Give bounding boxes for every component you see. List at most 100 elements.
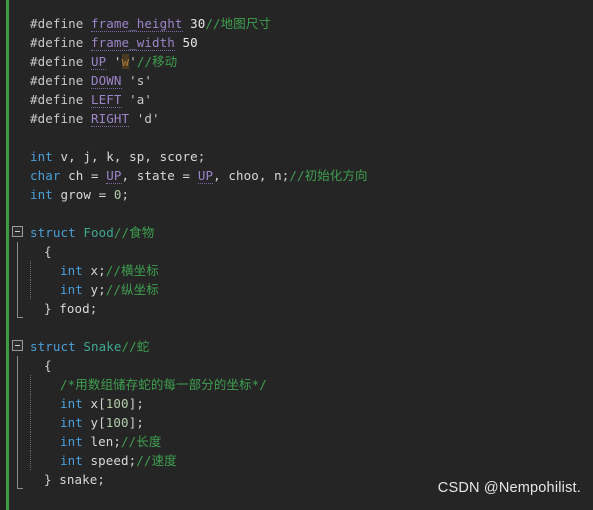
fold-region-end-bracket — [17, 299, 23, 318]
code-token-punct: } — [44, 472, 52, 487]
code-line[interactable]: int grow = 0; — [0, 185, 593, 204]
code-token-punct: ; — [89, 301, 98, 316]
code-line-content: int grow = 0; — [30, 185, 129, 204]
code-token-chr: 's' — [121, 73, 153, 88]
code-token-id: v, j, k, sp, score — [52, 149, 198, 164]
code-line[interactable]: } food; — [0, 299, 593, 318]
code-token-punct: ]; — [128, 396, 144, 411]
code-line[interactable]: #define RIGHT 'd' — [0, 109, 593, 128]
indent-guide — [30, 413, 31, 432]
code-line[interactable]: int y;//纵坐标 — [0, 280, 593, 299]
code-line[interactable] — [0, 204, 593, 223]
code-token-punct: { — [44, 244, 52, 259]
code-token-num: 30 — [182, 16, 206, 31]
code-line[interactable]: struct Snake//蛇 — [0, 337, 593, 356]
code-line[interactable]: #define LEFT 'a' — [0, 90, 593, 109]
code-token-kw: int — [60, 396, 83, 411]
code-token-punct: ; — [197, 149, 206, 164]
code-token-kw: int — [60, 282, 83, 297]
code-token-id: grow = — [52, 187, 114, 202]
fold-collapse-icon[interactable] — [12, 340, 23, 351]
code-line[interactable]: /*用数组储存蛇的每一部分的坐标*/ — [0, 375, 593, 394]
indent-guide — [30, 375, 31, 394]
fold-region-line — [17, 394, 18, 413]
code-line-content: #define frame_width 50 — [30, 33, 198, 52]
code-token-cmt: //蛇 — [121, 339, 150, 354]
indent-guide — [30, 261, 31, 280]
code-token-id: x — [82, 396, 99, 411]
code-line-content: int x;//横坐标 — [60, 261, 159, 280]
code-line-content — [30, 318, 38, 337]
code-token-macro: UP — [197, 168, 214, 184]
code-token-kw: int — [60, 415, 83, 430]
fold-region-line — [17, 451, 18, 470]
code-line-content: int len;//长度 — [60, 432, 162, 451]
fold-region-line — [17, 261, 18, 280]
fold-region-line — [17, 432, 18, 451]
code-line[interactable] — [0, 318, 593, 337]
code-token-pp: #define — [30, 73, 92, 88]
code-token-macro: UP — [106, 168, 122, 184]
code-line[interactable]: struct Food//食物 — [0, 223, 593, 242]
code-line[interactable]: #define frame_width 50 — [0, 33, 593, 52]
code-token-id: ch = — [60, 168, 107, 183]
code-line[interactable]: #define frame_height 30//地图尺寸 — [0, 14, 593, 33]
code-line-content: int v, j, k, sp, score; — [30, 147, 205, 166]
code-line[interactable]: int x;//横坐标 — [0, 261, 593, 280]
code-token-id: y — [82, 415, 99, 430]
code-token-kw: struct — [30, 339, 76, 354]
code-token-chr: ' — [129, 54, 137, 69]
code-token-punct: ; — [97, 472, 106, 487]
code-line[interactable]: int x[100]; — [0, 394, 593, 413]
code-token-macro: RIGHT — [91, 111, 130, 127]
fold-region-line — [17, 375, 18, 394]
code-token-cmt: /*用数组储存蛇的每一部分的坐标*/ — [60, 377, 267, 392]
code-token-pp: #define — [30, 54, 92, 69]
indent-guide — [30, 394, 31, 413]
code-token-kw: struct — [30, 225, 76, 240]
code-token-pp: #define — [30, 16, 92, 31]
code-token-macro: UP — [91, 54, 107, 70]
code-line-content: #define UP 'w'//移动 — [30, 52, 177, 71]
code-line-content: { — [44, 356, 52, 375]
fold-region-line — [17, 413, 18, 432]
code-token-punct: { — [44, 358, 52, 373]
fold-region-line — [17, 242, 18, 261]
code-line[interactable]: int speed;//速度 — [0, 451, 593, 470]
code-line[interactable]: int len;//长度 — [0, 432, 593, 451]
code-token-cmt: //初始化方向 — [289, 168, 368, 183]
code-token-punct: [ — [98, 396, 106, 411]
code-line[interactable]: { — [0, 356, 593, 375]
code-token-id: speed — [82, 453, 129, 468]
code-line[interactable]: { — [0, 242, 593, 261]
code-line-content: int y[100]; — [60, 413, 144, 432]
code-token-kw: int — [30, 149, 53, 164]
code-token-chr: 'a' — [121, 92, 153, 107]
code-token-id: snake — [51, 472, 98, 487]
code-line-content: int y;//纵坐标 — [60, 280, 159, 299]
code-token-num-g: 100 — [105, 396, 129, 411]
code-line[interactable] — [0, 128, 593, 147]
code-line[interactable]: int y[100]; — [0, 413, 593, 432]
code-token-punct: ; — [121, 187, 130, 202]
code-token-id: , choo, n — [213, 168, 282, 183]
code-line[interactable]: char ch = UP, state = UP, choo, n;//初始化方… — [0, 166, 593, 185]
csdn-watermark: CSDN @Nempohilist. — [437, 480, 581, 496]
code-line-content: char ch = UP, state = UP, choo, n;//初始化方… — [30, 166, 368, 185]
code-line[interactable]: #define UP 'w'//移动 — [0, 52, 593, 71]
code-line[interactable]: int v, j, k, sp, score; — [0, 147, 593, 166]
code-line-content: { — [44, 242, 52, 261]
code-token-punct: ]; — [128, 415, 144, 430]
fold-collapse-icon[interactable] — [12, 226, 23, 237]
code-token-macro: LEFT — [91, 92, 122, 108]
code-token-macro: frame_width — [91, 35, 175, 51]
code-editor[interactable]: #define frame_height 30//地图尺寸 #define fra… — [0, 0, 593, 510]
code-token-cmt: //长度 — [121, 434, 162, 449]
code-token-type: Food — [75, 225, 114, 240]
code-line-content: int speed;//速度 — [60, 451, 177, 470]
code-line[interactable]: #define DOWN 's' — [0, 71, 593, 90]
code-token-macro: DOWN — [91, 73, 122, 89]
code-text-area[interactable]: #define frame_height 30//地图尺寸 #define fra… — [0, 0, 593, 510]
code-line-content: #define LEFT 'a' — [30, 90, 152, 109]
indent-guide — [30, 451, 31, 470]
